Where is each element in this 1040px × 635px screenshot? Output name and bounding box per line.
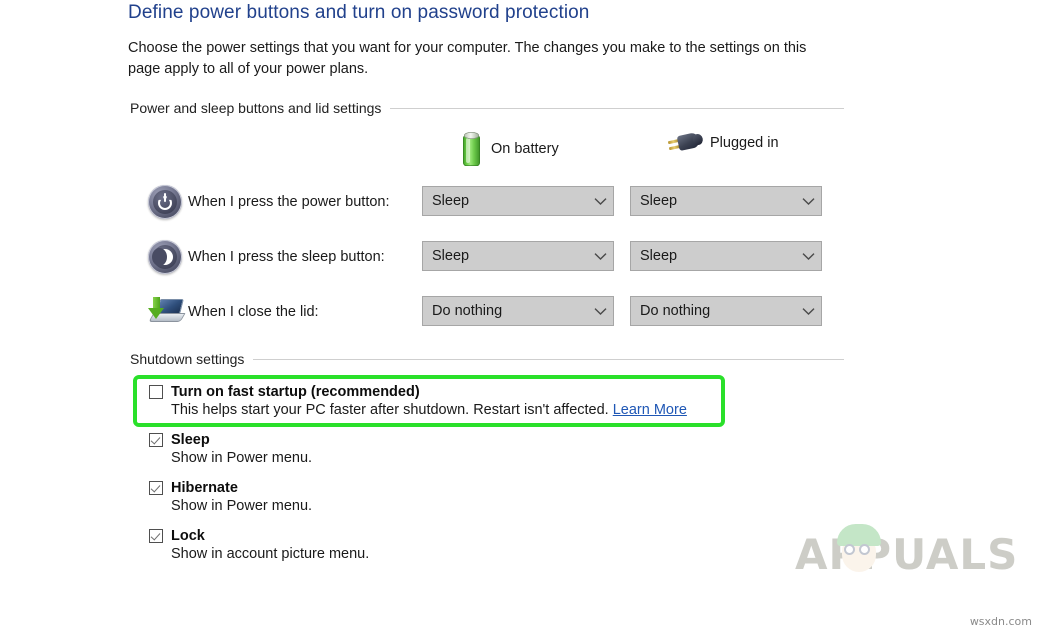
dropdown-sleep-button-on-battery[interactable]: Sleep [422, 241, 614, 271]
description-text: This helps start your PC faster after sh… [171, 402, 609, 418]
setting-label-power-button: When I press the power button: [188, 194, 390, 210]
plug-icon [667, 131, 701, 155]
appuals-watermark: APPUALS [795, 524, 1019, 580]
checkbox-label-fast-startup: Turn on fast startup (recommended) [171, 384, 420, 400]
group-divider-line [390, 107, 844, 109]
checkbox-label-sleep: Sleep [171, 432, 210, 448]
column-label-plugged-in: Plugged in [710, 135, 779, 151]
dropdown-value: Sleep [432, 248, 470, 264]
dropdown-value: Sleep [432, 193, 470, 209]
dropdown-value: Do nothing [640, 303, 711, 319]
checkbox-row-hibernate[interactable]: Hibernate [149, 480, 312, 496]
dropdown-close-lid-on-battery[interactable]: Do nothing [422, 296, 614, 326]
power-button-icon [144, 181, 186, 223]
checkbox-description-sleep: Show in Power menu. [171, 450, 313, 466]
dropdown-close-lid-plugged-in[interactable]: Do nothing [630, 296, 822, 326]
column-header-on-battery: On battery [462, 131, 559, 167]
chevron-down-icon [797, 307, 819, 316]
chevron-down-icon [589, 197, 611, 206]
checkbox-item-hibernate: Hibernate Show in Power menu. [149, 480, 312, 514]
checkbox-item-sleep: Sleep Show in Power menu. [149, 432, 312, 466]
setting-label-close-lid: When I close the lid: [188, 304, 319, 320]
watermark-mascot-icon [833, 524, 885, 576]
battery-icon [462, 131, 481, 167]
checkbox-item-lock: Lock Show in account picture menu. [149, 528, 369, 562]
checkbox-row-sleep[interactable]: Sleep [149, 432, 312, 448]
checkbox-row-lock[interactable]: Lock [149, 528, 369, 544]
page-title: Define power buttons and turn on passwor… [128, 2, 590, 23]
column-label-on-battery: On battery [491, 141, 559, 157]
sleep-moon-icon [144, 236, 186, 278]
checkbox-fast-startup[interactable] [149, 385, 163, 399]
checkbox-lock[interactable] [149, 529, 163, 543]
column-header-plugged-in: Plugged in [667, 131, 779, 155]
checkbox-row-fast-startup[interactable]: Turn on fast startup (recommended) [149, 384, 687, 400]
chevron-down-icon [589, 307, 611, 316]
power-group-legend-text: Power and sleep buttons and lid settings [130, 100, 382, 116]
dropdown-value: Sleep [640, 193, 678, 209]
dropdown-power-button-on-battery[interactable]: Sleep [422, 186, 614, 216]
page-description: Choose the power settings that you want … [128, 40, 807, 77]
power-options-page: Define power buttons and turn on passwor… [0, 0, 1040, 635]
shutdown-group-legend-text: Shutdown settings [130, 351, 245, 367]
watermark-text: APPUALS [795, 530, 1019, 579]
dropdown-sleep-button-plugged-in[interactable]: Sleep [630, 241, 822, 271]
checkbox-item-fast-startup: Turn on fast startup (recommended) This … [149, 384, 687, 418]
setting-label-sleep-button: When I press the sleep button: [188, 249, 385, 265]
learn-more-link[interactable]: Learn More [613, 402, 687, 418]
group-divider-line [253, 358, 844, 360]
checkbox-sleep[interactable] [149, 433, 163, 447]
checkbox-label-lock: Lock [171, 528, 205, 544]
checkbox-description-lock: Show in account picture menu. [171, 546, 370, 562]
checkbox-hibernate[interactable] [149, 481, 163, 495]
chevron-down-icon [797, 197, 819, 206]
shutdown-group-legend: Shutdown settings [130, 351, 844, 367]
checkbox-description-fast-startup: This helps start your PC faster after sh… [171, 402, 687, 418]
chevron-down-icon [797, 252, 819, 261]
dropdown-value: Do nothing [432, 303, 503, 319]
power-group-legend: Power and sleep buttons and lid settings [130, 100, 844, 116]
checkbox-description-hibernate: Show in Power menu. [171, 498, 313, 514]
dropdown-value: Sleep [640, 248, 678, 264]
checkbox-label-hibernate: Hibernate [171, 480, 238, 496]
chevron-down-icon [589, 252, 611, 261]
corner-credit-text: wsxdn.com [969, 615, 1032, 628]
dropdown-power-button-plugged-in[interactable]: Sleep [630, 186, 822, 216]
laptop-lid-icon [144, 291, 186, 333]
